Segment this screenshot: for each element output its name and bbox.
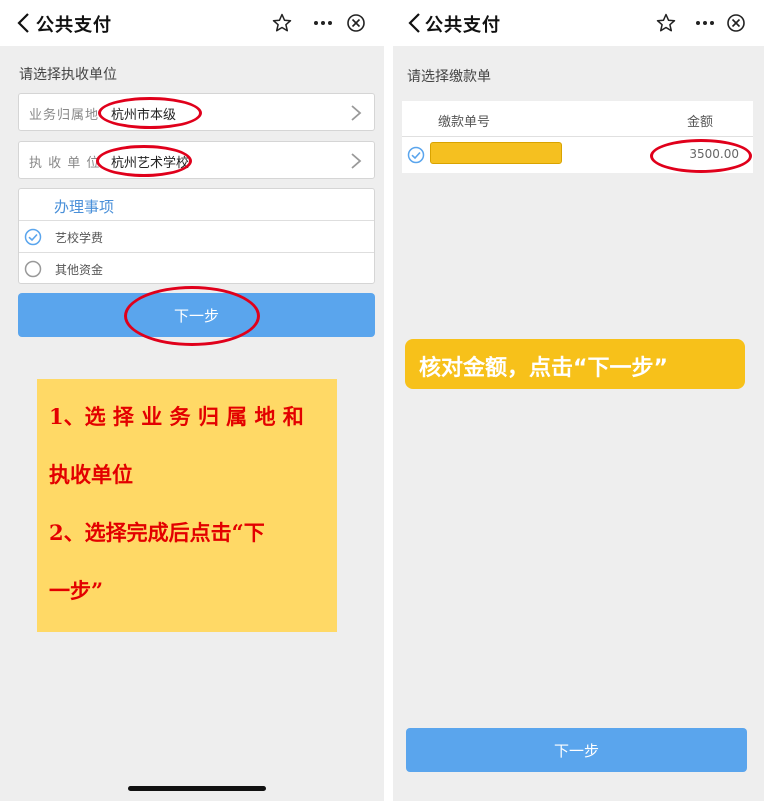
more-icon[interactable]	[313, 13, 333, 33]
options-title: 办理事项	[54, 198, 115, 216]
region-select[interactable]: 业务归属地 杭州市本级	[18, 93, 375, 131]
checked-circle-icon[interactable]	[407, 146, 425, 164]
left-screen: 公共支付 请选择执收单位 业务归属地 杭州市本级 执 收 单 位 杭州艺术学校 …	[0, 0, 384, 801]
collection-unit-select[interactable]: 执 收 单 位 杭州艺术学校	[18, 141, 375, 179]
collection-unit-value: 杭州艺术学校	[111, 156, 190, 171]
radio-circle-icon[interactable]	[24, 260, 42, 278]
option-other-funds[interactable]: 其他资金	[19, 253, 374, 285]
close-icon[interactable]	[346, 13, 366, 33]
note-line: 2、选择完成后点击“下	[49, 520, 265, 545]
chevron-right-icon	[351, 153, 362, 169]
service-options: 办理事项 艺校学费 其他资金	[18, 188, 375, 284]
collection-unit-label: 执 收 单 位	[29, 156, 101, 171]
next-button[interactable]: 下一步	[406, 728, 747, 772]
section-label: 请选择执收单位	[19, 67, 117, 83]
region-value: 杭州市本级	[111, 108, 177, 123]
option-label: 其他资金	[55, 263, 104, 277]
close-icon[interactable]	[726, 13, 746, 33]
instruction-note: 1、选 择 业 务 归 属 地 和 执收单位 2、选择完成后点击“下 一步”	[37, 379, 337, 632]
note-line: 执收单位	[49, 462, 133, 487]
checked-circle-icon[interactable]	[24, 228, 42, 246]
options-header: 办理事项	[19, 189, 374, 221]
note-line: 1、选 择 业 务 归 属 地 和	[49, 404, 304, 429]
back-icon[interactable]	[16, 12, 30, 34]
star-icon[interactable]	[272, 13, 292, 33]
back-icon[interactable]	[407, 12, 421, 34]
more-icon[interactable]	[695, 13, 715, 33]
section-label: 请选择缴款单	[407, 69, 491, 85]
title-bar: 公共支付	[393, 0, 764, 46]
redacted-slip-number	[430, 142, 562, 164]
chevron-right-icon	[351, 105, 362, 121]
instruction-callout: 核对金额，点击“下一步”	[405, 339, 745, 389]
column-header-amount: 金额	[686, 115, 713, 130]
title-bar: 公共支付	[0, 0, 384, 46]
note-line: 一步”	[49, 578, 104, 603]
next-button-label: 下一步	[173, 307, 219, 325]
payment-amount: 3500.00	[689, 147, 739, 161]
screen-divider	[384, 0, 393, 801]
page-title: 公共支付	[425, 15, 501, 36]
next-button-label: 下一步	[553, 742, 599, 760]
column-header-slip-number: 缴款单号	[438, 115, 491, 130]
star-icon[interactable]	[656, 13, 676, 33]
table-divider	[402, 136, 753, 137]
payment-slip-table: 缴款单号 金额 3500.00	[402, 101, 753, 173]
page-title: 公共支付	[36, 15, 112, 36]
region-label: 业务归属地	[29, 108, 100, 123]
home-indicator	[128, 786, 266, 791]
callout-text: 核对金额，点击“下一步”	[419, 356, 668, 381]
option-art-school-fee[interactable]: 艺校学费	[19, 221, 374, 253]
option-label: 艺校学费	[55, 231, 104, 245]
next-button[interactable]: 下一步	[18, 293, 375, 337]
